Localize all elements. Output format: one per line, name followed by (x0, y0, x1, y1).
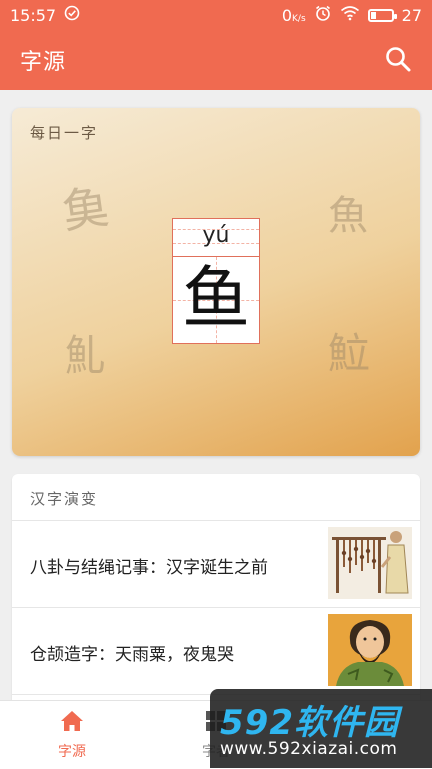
article-item[interactable]: 八卦与结绳记事：汉字诞生之前 (12, 521, 420, 608)
pinyin-text: yú (202, 223, 230, 248)
net-speed: 0K/s (282, 6, 306, 25)
wifi-icon (340, 5, 360, 25)
article-title: 仓颉造字：天雨粟，夜鬼哭 (30, 645, 234, 665)
evolution-section-title: 汉字演变 (30, 490, 99, 508)
hanzi-grid: 鱼 (173, 257, 259, 343)
status-bar: 15:57 0K/s 27 (0, 0, 432, 30)
evolution-section: 汉字演变 八卦与结绳记事：汉字诞生之前 仓颉造字：天雨粟，夜鬼哭 (12, 474, 420, 714)
watermark-brand: 592软件园 (220, 703, 399, 743)
nav-tab-ziyuan[interactable]: 字源 (32, 709, 112, 761)
nav-tab-label: 字源 (58, 744, 86, 760)
home-icon (61, 711, 83, 731)
search-button[interactable] (384, 45, 414, 75)
article-thumbnail-knot-records (328, 527, 412, 599)
alarm-icon (314, 4, 332, 26)
check-circle-icon (64, 5, 80, 25)
article-thumbnail-cangjie-portrait (328, 614, 412, 686)
article-title: 八卦与结绳记事：汉字诞生之前 (30, 558, 268, 578)
battery-fill (370, 11, 376, 19)
ancient-form-seal: 䰲 (64, 331, 107, 380)
net-speed-value: 0 (281, 5, 293, 25)
status-right: 0K/s 27 (282, 4, 422, 26)
daily-character-card[interactable]: 每日一字 𩵋 魚 䰲 𩶘 yú 鱼 (12, 108, 420, 456)
pinyin-row: yú (173, 219, 259, 257)
watermark-url: www.592xiazai.com (220, 739, 398, 759)
ancient-form-bronze: 魚 (328, 193, 368, 239)
app-bar: 字源 (0, 30, 432, 90)
site-watermark: 592软件园 www.592xiazai.com (210, 689, 432, 768)
ancient-form-oracle: 𩵋 (58, 179, 112, 239)
character-writing-grid[interactable]: yú 鱼 (172, 218, 260, 344)
app-title: 字源 (20, 50, 67, 75)
net-speed-unit: K/s (292, 13, 306, 24)
daily-character: 鱼 (181, 260, 250, 339)
article-item[interactable]: 仓颉造字：天雨粟，夜鬼哭 (12, 608, 420, 695)
battery-icon (367, 8, 397, 22)
battery-percent: 27 (401, 5, 422, 25)
daily-card-title: 每日一字 (30, 124, 99, 142)
status-time: 15:57 (10, 5, 57, 25)
status-left: 15:57 (10, 5, 80, 25)
ancient-form-traditional: 𩶘 (328, 329, 371, 378)
search-icon (386, 47, 411, 72)
